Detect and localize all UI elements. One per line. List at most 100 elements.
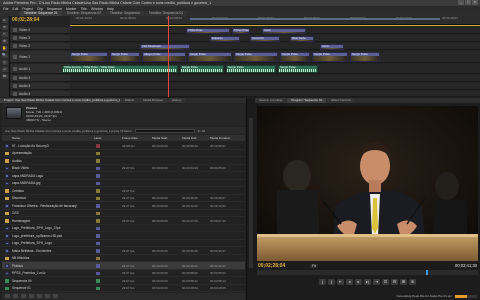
tab-program[interactable]: Program: Sequence 01 [287,98,327,103]
find-icon[interactable] [29,294,34,298]
menu-clip[interactable]: Clip [37,7,43,11]
search-scope[interactable]: In: All [198,129,205,133]
audio-clip[interactable]: Sergio Pulse [226,65,276,73]
audio-clip[interactable]: Sergio Pulse [278,65,318,73]
video-clip[interactable]: Sergio Pulse [234,52,278,62]
video-clip[interactable]: Vinil Sinalizado [140,44,190,50]
track-lane[interactable] [70,83,480,90]
tab-timeline-sequence-01[interactable]: Timeline: Sequence 01 [20,11,62,16]
track-header-audio-1[interactable]: Audio 1 [10,64,70,74]
zoom-select[interactable]: Fit [310,264,318,268]
extract-icon[interactable]: ⊟ [391,278,398,285]
video-clip[interactable]: Sergio Pulse [70,52,108,62]
ripple-edit-tool-icon[interactable]: ⊕ [1,39,8,44]
go-to-out-icon[interactable]: ⇥ [373,278,380,285]
zoom-tool-icon[interactable]: 🔍 [1,53,8,58]
speaker-icon[interactable] [13,76,17,80]
mark-out-icon[interactable]: } [328,278,335,285]
track-lane[interactable] [70,91,480,97]
monitor-time-ruler[interactable] [257,270,478,275]
project-item-row[interactable]: Logo_prefeitura_sp.Branco-HD.psd [2,232,245,240]
audio-clip[interactable]: Trilha Sonora - Trilha Pulse - Trilha Pu… [62,65,178,73]
project-item-row[interactable]: Audios [2,157,245,165]
column-media-end[interactable]: Media End [182,136,196,140]
project-item-row[interactable]: Sequencia 04 29,97 fps 00;00;00;00 00;03;58… [2,277,245,285]
video-clip[interactable]: Mais Tarde [290,36,314,42]
video-clip[interactable]: Sergio Pulse [188,52,232,62]
column-name[interactable]: Name [12,136,20,140]
project-item-row[interactable]: Phebus 29,97 fps 00;00;00;00 00;00;49;21 00;… [2,262,245,270]
icon-view-icon[interactable] [13,294,18,298]
project-item-row[interactable]: Mil Histórias [2,255,245,262]
video-clip[interactable]: Trilha Pulse [232,28,250,34]
column-label[interactable]: Label [94,136,101,140]
track-header-video-1[interactable]: Video 1 [10,51,70,63]
track-header-audio-2[interactable]: Audio 2 [10,75,70,82]
pen-tool-icon[interactable]: ◇ [1,60,8,65]
step-forward-icon[interactable]: ▸| [364,278,371,285]
automate-icon[interactable] [21,294,26,298]
selection-tool-icon[interactable]: ▸ [1,18,8,23]
menu-file[interactable]: File [3,7,8,11]
project-item-row[interactable]: Francisco Oliveira - Restauração de Itac… [2,202,245,210]
project-item-row[interactable]: GSS [2,210,245,217]
video-clip[interactable]: Allegro Pulse [142,52,186,62]
slide-tool-icon[interactable]: ⇆ [1,74,8,79]
audio-clip[interactable]: Sergio Pulse [180,65,224,73]
menu-title[interactable]: Title [81,7,87,11]
video-frame[interactable] [257,106,478,261]
video-clip[interactable]: Eduardo [210,36,240,42]
track-header-audio-4[interactable]: Audio 4 [10,91,70,97]
track-header-video-3[interactable]: Video 3 [10,35,70,42]
eye-icon[interactable] [13,36,17,40]
column-media-start[interactable]: Media Start [152,136,167,140]
tab-effects[interactable]: Effects [121,98,139,103]
tab-source[interactable]: Source: (no clips) [255,98,287,103]
trash-icon[interactable] [53,294,58,298]
tab-effect-controls[interactable]: Effect Controls [327,98,355,103]
search-input[interactable] [134,128,195,133]
project-item-row[interactable]: Apresentação [2,150,245,157]
mark-in-icon[interactable]: { [319,278,326,285]
new-item-icon[interactable] [45,294,50,298]
track-header-audio-3[interactable]: Audio 3 [10,83,70,90]
project-item-row[interactable]: Créditos 29,97 fps [2,187,245,195]
panel-divider[interactable] [247,98,255,300]
speaker-icon[interactable] [13,84,17,88]
track-lane[interactable] [70,75,480,82]
timeline-playhead[interactable] [168,16,169,97]
minimize-button[interactable]: _ [458,0,464,5]
video-clip[interactable]: Sergio Pulse [110,52,140,62]
menu-marker[interactable]: Marker [66,7,77,11]
clip-preview-thumbnail[interactable] [6,107,22,119]
project-item-row[interactable]: Logo_Prefeitura_SPH_Logo [2,240,245,247]
project-item-row[interactable]: capa ANDRADA.jpg [2,180,245,187]
safe-margins-icon[interactable]: ⊚ [409,278,416,285]
project-item-row[interactable]: Maria Bethânia - Enchentes 29,97 fps 00;00… [2,247,245,255]
project-item-row[interactable]: Logo_Prefeitura_SPH_Logo_7/ipe [2,225,245,232]
speaker-icon[interactable] [13,91,17,96]
video-clip[interactable]: Cena [320,44,344,50]
track-lane[interactable] [70,43,480,50]
step-back-icon[interactable]: ◂ [346,278,353,285]
razor-tool-icon[interactable]: ✂ [1,32,8,37]
menu-window[interactable]: Window [91,7,103,11]
go-to-in-icon[interactable]: ⇤ [337,278,344,285]
tab-media-browser[interactable]: Media Browser [139,98,168,103]
export-frame-icon[interactable]: ⊞ [400,278,407,285]
video-clip[interactable]: Sergio Pulse [350,52,380,62]
video-clip[interactable]: Sergio Pulse [312,52,348,62]
column-media-duration[interactable]: Media Duration [210,136,230,140]
column-frame-rate[interactable]: Frame Rate [122,136,138,140]
play-icon[interactable]: ▸ [355,278,362,285]
video-clip[interactable]: Trilha Pulse [186,28,230,34]
video-clip[interactable]: Sergio Pulse [280,52,310,62]
maximize-button[interactable]: □ [465,0,471,5]
menu-sequence[interactable]: Sequence [47,7,62,11]
menu-help[interactable]: Help [107,7,114,11]
video-clip[interactable]: Cena Fim [250,36,280,42]
project-item-row[interactable]: 07 - Locução Ao Sao.mp3 44100 Hz 00;00;00;… [2,142,245,150]
project-item-row[interactable]: capa ANDRADA Logo [2,172,245,180]
speaker-icon[interactable] [13,66,17,71]
new-bin-icon[interactable] [37,294,42,298]
